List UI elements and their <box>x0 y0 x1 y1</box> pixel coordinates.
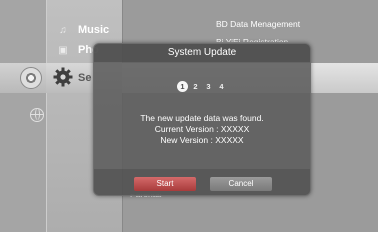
tv-menu-screen: ♫ Music ▣ Pho Se BD Data Menagement Bi Y… <box>0 0 378 246</box>
current-version-text: Current Version : XXXXX <box>154 124 250 134</box>
disc-icon[interactable] <box>20 67 42 89</box>
submenu-item-bd-data[interactable]: BD Data Menagement <box>216 19 300 29</box>
step-3: 3 <box>206 82 211 91</box>
start-button[interactable]: Start <box>134 177 196 191</box>
step-4: 4 <box>219 82 224 91</box>
dialog-title: System Update <box>94 44 310 62</box>
music-note-icon: ♫ <box>59 25 67 36</box>
menu-item-settings[interactable]: Se <box>78 72 91 84</box>
new-version-text: New Version : XXXXX <box>160 135 244 145</box>
system-update-dialog: System Update 1 2 3 4 The new update dat… <box>93 43 311 196</box>
update-steps-indicator: 1 2 3 4 <box>94 81 310 92</box>
step-2: 2 <box>193 82 198 91</box>
cancel-button[interactable]: Cancel <box>210 177 272 191</box>
update-found-message: The new update data was found. <box>140 113 264 123</box>
globe-icon[interactable] <box>30 108 44 122</box>
dialog-button-bar: Start Cancel <box>94 169 310 195</box>
gear-icon[interactable] <box>52 66 74 88</box>
menu-item-music[interactable]: Music <box>78 24 109 36</box>
photo-icon: ▣ <box>58 45 68 56</box>
step-1: 1 <box>177 81 188 92</box>
